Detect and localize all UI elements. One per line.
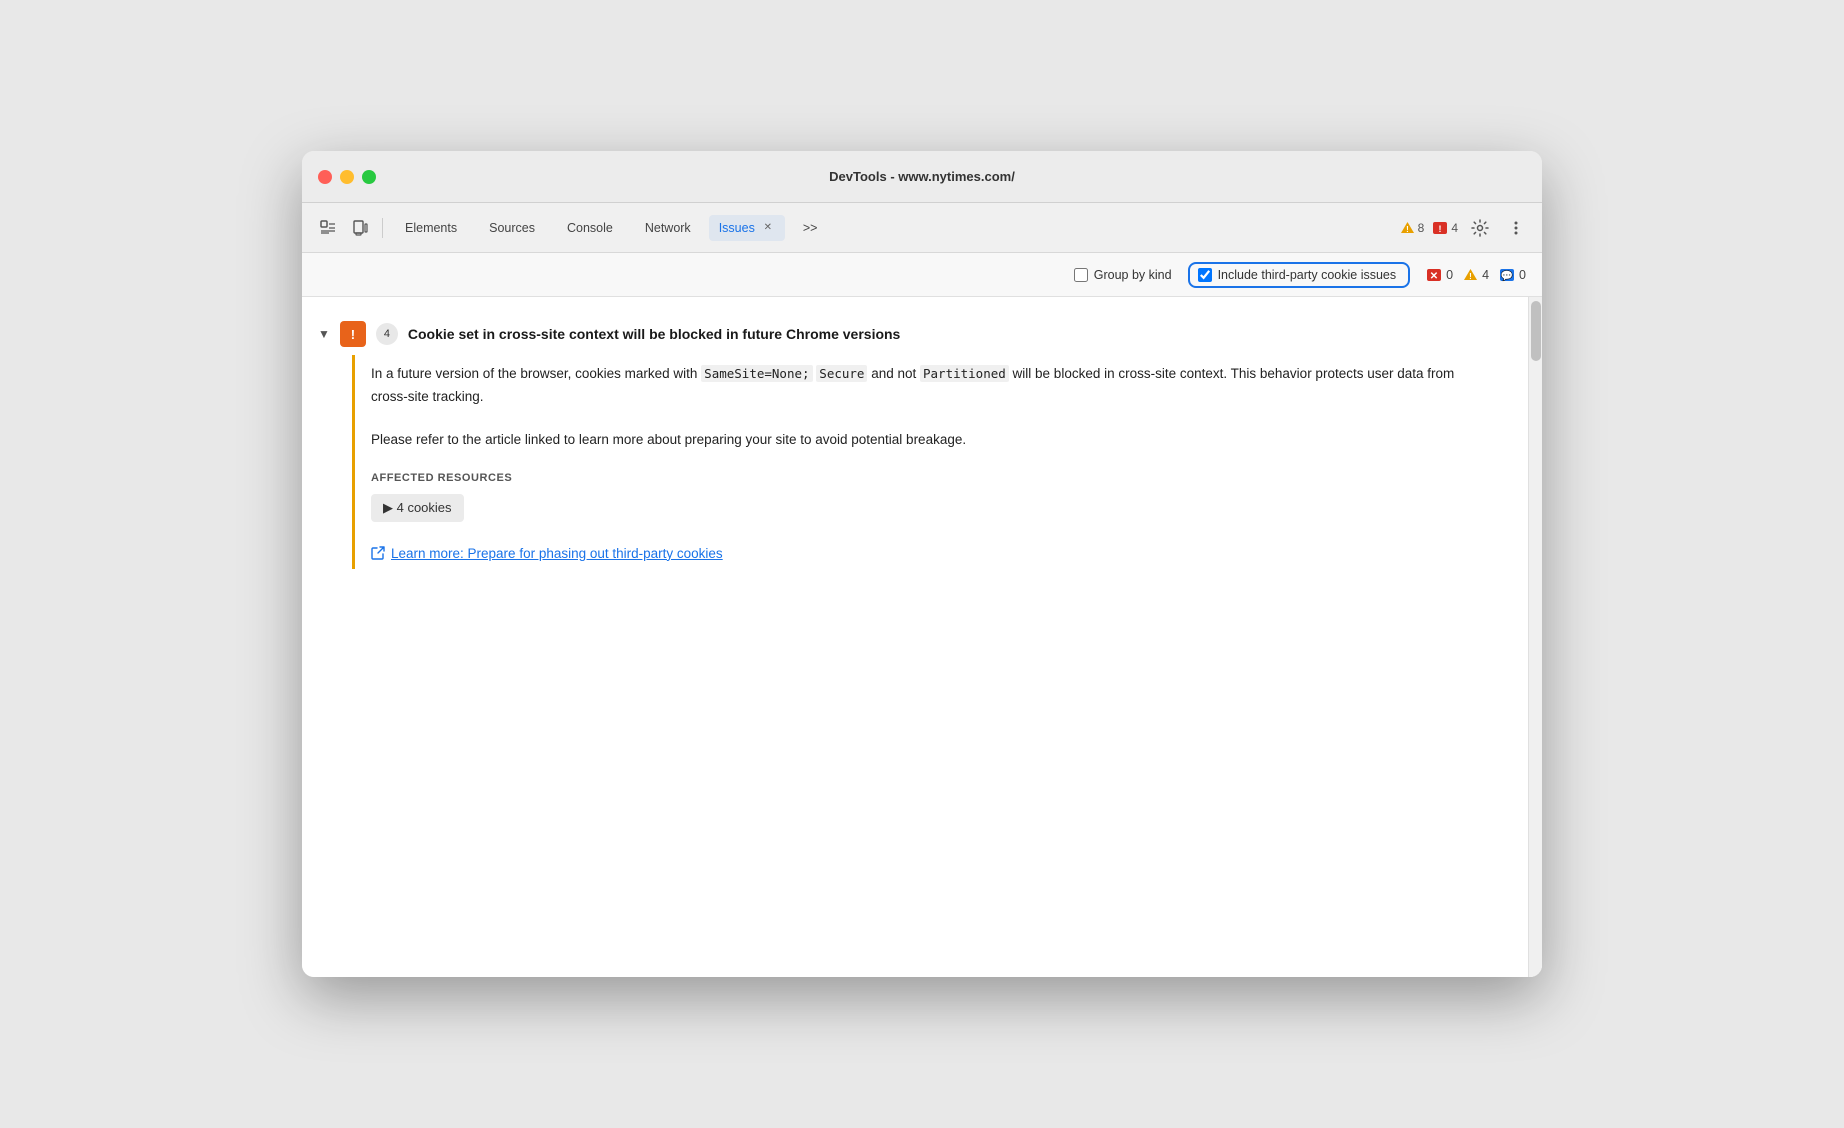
issues-panel: ▼ ! 4 Cookie set in cross-site context w…: [302, 297, 1528, 977]
svg-text:💬: 💬: [1501, 269, 1514, 282]
maximize-button[interactable]: [362, 170, 376, 184]
tab-sources[interactable]: Sources: [475, 215, 549, 241]
warning-filter-icon: !: [1463, 268, 1478, 281]
tab-elements[interactable]: Elements: [391, 215, 471, 241]
tab-issues[interactable]: Issues ✕: [709, 215, 785, 241]
warning-triangle-icon: !: [1400, 221, 1415, 234]
include-third-party-filter: Include third-party cookie issues: [1188, 262, 1411, 288]
error-count: 4: [1451, 221, 1458, 235]
learn-more-link[interactable]: Learn more: Prepare for phasing out thir…: [371, 546, 1488, 561]
main-content: ▼ ! 4 Cookie set in cross-site context w…: [302, 297, 1542, 977]
toolbar-separator: [382, 218, 383, 238]
cookies-expand-button[interactable]: ▶ 4 cookies: [371, 494, 464, 522]
minimize-button[interactable]: [340, 170, 354, 184]
tab-more[interactable]: >>: [789, 215, 832, 241]
tab-network[interactable]: Network: [631, 215, 705, 241]
issue-count: 4: [376, 323, 398, 345]
issue-group: ▼ ! 4 Cookie set in cross-site context w…: [302, 297, 1528, 569]
devtools-window: DevTools - www.nytimes.com/ Elements Sou…: [302, 151, 1542, 977]
issue-body: In a future version of the browser, cook…: [352, 355, 1512, 569]
warning-badge-group: ! 8: [1400, 221, 1425, 235]
error-badge-icon: !: [1432, 221, 1448, 235]
info-filter-icon: 💬: [1499, 268, 1515, 282]
svg-text:✕: ✕: [1430, 271, 1438, 282]
info-filter-count: 💬 0: [1499, 268, 1526, 282]
issue-description-2: Please refer to the article linked to le…: [371, 429, 1488, 452]
issues-toolbar: Group by kind Include third-party cookie…: [302, 253, 1542, 297]
error-badge-group: ! 4: [1432, 221, 1458, 235]
issue-header[interactable]: ▼ ! 4 Cookie set in cross-site context w…: [302, 313, 1528, 355]
svg-text:!: !: [1406, 225, 1409, 234]
settings-icon[interactable]: [1466, 214, 1494, 242]
warning-count: 8: [1418, 221, 1425, 235]
window-controls: [318, 170, 376, 184]
toolbar-right: ! 8 ! 4: [1400, 214, 1530, 242]
scrollbar[interactable]: [1528, 297, 1542, 977]
window-title: DevTools - www.nytimes.com/: [829, 169, 1015, 184]
error-filter-count: ✕ 0: [1426, 268, 1453, 282]
devtools-toolbar: Elements Sources Console Network Issues …: [302, 203, 1542, 253]
svg-text:!: !: [1439, 224, 1442, 234]
tab-issues-close[interactable]: ✕: [761, 221, 775, 235]
filter-counts: ✕ 0 ! 4 💬 0: [1426, 268, 1526, 282]
include-third-party-checkbox[interactable]: [1198, 268, 1212, 282]
titlebar: DevTools - www.nytimes.com/: [302, 151, 1542, 203]
scrollbar-thumb[interactable]: [1531, 301, 1541, 361]
issue-severity-badge: !: [340, 321, 366, 347]
learn-more-text: Learn more: Prepare for phasing out thir…: [391, 546, 723, 561]
group-by-kind-checkbox[interactable]: [1074, 268, 1088, 282]
include-third-party-label[interactable]: Include third-party cookie issues: [1198, 268, 1397, 282]
svg-text:!: !: [1469, 272, 1472, 281]
more-menu-icon[interactable]: [1502, 214, 1530, 242]
tab-issues-label: Issues: [719, 221, 755, 235]
tab-console[interactable]: Console: [553, 215, 627, 241]
group-by-kind-label[interactable]: Group by kind: [1074, 268, 1172, 282]
affected-resources-label: AFFECTED RESOURCES: [371, 472, 1488, 484]
external-link-icon: [371, 546, 385, 560]
warning-filter-count: ! 4: [1463, 268, 1489, 282]
device-toolbar-icon[interactable]: [346, 214, 374, 242]
issue-description-1: In a future version of the browser, cook…: [371, 363, 1488, 409]
inspector-icon[interactable]: [314, 214, 342, 242]
issue-title: Cookie set in cross-site context will be…: [408, 326, 900, 342]
error-filter-icon: ✕: [1426, 268, 1442, 282]
issue-arrow-icon: ▼: [318, 327, 330, 341]
close-button[interactable]: [318, 170, 332, 184]
